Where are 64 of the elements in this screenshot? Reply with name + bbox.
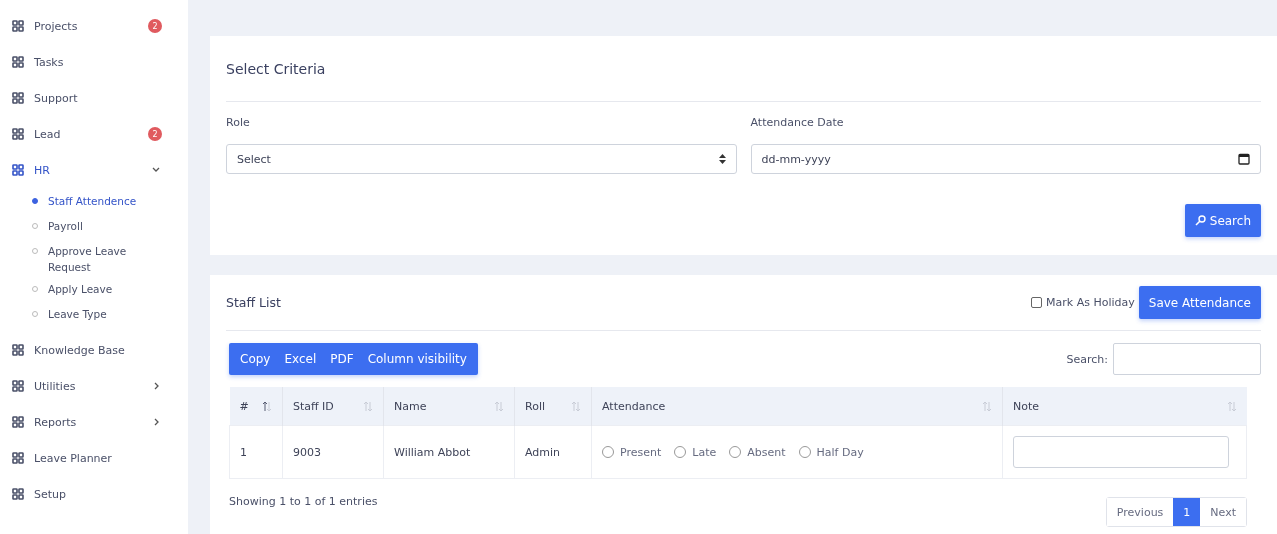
sidebar-item[interactable]: Projects 2 xyxy=(0,8,188,44)
grid-icon xyxy=(12,488,24,500)
card-title: Staff List xyxy=(226,295,282,310)
search-label: Search: xyxy=(1066,352,1108,366)
sidebar-item[interactable]: Lead 2 xyxy=(0,116,188,152)
table-cell: 1 xyxy=(229,425,283,479)
grid-icon xyxy=(12,128,24,140)
field-label: Role xyxy=(226,116,251,131)
submenu-item[interactable]: Approve Leave Request xyxy=(30,240,188,278)
grid-icon xyxy=(12,344,24,356)
field-label: Attendance Date xyxy=(750,116,845,131)
export-button[interactable]: Excel xyxy=(277,343,324,375)
role-select[interactable]: Select xyxy=(226,144,737,174)
submenu-item[interactable]: Leave Type xyxy=(30,303,188,328)
sidebar-item[interactable]: HR xyxy=(0,152,188,188)
table-cell: 9003 xyxy=(282,425,384,479)
grid-icon xyxy=(12,380,24,392)
attendance-radio[interactable]: Late xyxy=(674,445,717,459)
note-field[interactable] xyxy=(1013,436,1229,468)
export-button[interactable]: Column visibility xyxy=(360,343,474,375)
column-header[interactable]: Name xyxy=(383,387,515,426)
grid-icon xyxy=(12,92,24,104)
column-header[interactable]: Attendance xyxy=(591,387,1003,426)
pagination-button[interactable]: 1 xyxy=(1173,498,1201,526)
submenu-item[interactable]: Staff Attendence xyxy=(30,190,188,215)
grid-icon xyxy=(12,452,24,464)
search-button[interactable]: Search xyxy=(1184,204,1261,237)
column-header[interactable]: # xyxy=(229,387,283,426)
submenu-item[interactable]: Payroll xyxy=(30,215,188,240)
table-cell: William Abbot xyxy=(383,425,515,479)
column-header[interactable]: Note xyxy=(1002,387,1247,426)
sort-caret-icon xyxy=(718,154,726,164)
sidebar-item[interactable]: Support xyxy=(0,80,188,116)
sidebar-item[interactable]: Utilities xyxy=(0,368,188,404)
grid-icon xyxy=(12,164,24,176)
checkbox-label: Mark As Holiday xyxy=(1046,296,1135,309)
sort-icon[interactable] xyxy=(262,400,272,412)
table-cell: Admin xyxy=(514,425,592,479)
submenu-item[interactable]: Apply Leave xyxy=(30,278,188,303)
attendance-radio[interactable]: Absent xyxy=(729,445,786,459)
export-button[interactable]: Copy xyxy=(233,343,278,375)
search-field[interactable] xyxy=(1113,343,1261,375)
card-title: Select Criteria xyxy=(226,36,1261,102)
count-badge: 2 xyxy=(148,127,162,141)
sidebar-item[interactable]: Leave Planner xyxy=(0,440,188,476)
column-header[interactable]: Staff ID xyxy=(282,387,384,426)
search-icon xyxy=(1194,215,1206,226)
sidebar-item[interactable]: Setup xyxy=(0,476,188,512)
save-button[interactable]: Save Attendance xyxy=(1138,286,1261,319)
date-field[interactable]: dd-mm-yyyy xyxy=(750,144,1261,174)
grid-icon xyxy=(12,416,24,428)
column-header[interactable]: Roll xyxy=(514,387,592,426)
attendance-radio[interactable]: Present xyxy=(602,445,662,459)
grid-icon xyxy=(12,56,24,68)
entries-info: Showing 1 to 1 of 1 entries xyxy=(229,495,378,510)
sidebar-item[interactable]: Reports xyxy=(0,404,188,440)
count-badge: 2 xyxy=(148,19,162,33)
sidebar-item[interactable]: Tasks xyxy=(0,44,188,80)
calendar-icon xyxy=(1238,153,1250,165)
export-button[interactable]: PDF xyxy=(323,343,361,375)
sidebar-item[interactable]: Knowledge Base xyxy=(0,332,188,368)
grid-icon xyxy=(12,20,24,32)
attendance-radio[interactable]: Half Day xyxy=(798,445,864,459)
holiday-checkbox[interactable] xyxy=(1031,297,1043,308)
